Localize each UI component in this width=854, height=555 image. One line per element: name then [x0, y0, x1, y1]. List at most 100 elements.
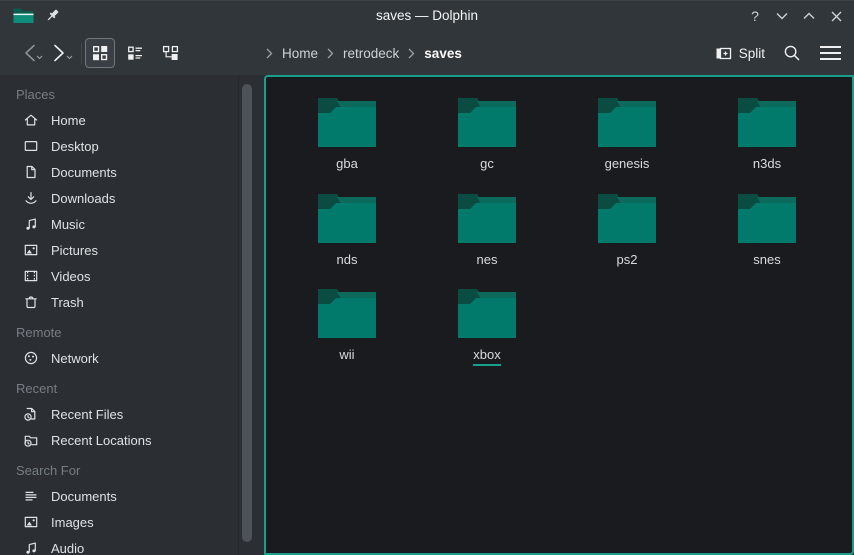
folder-label: wii — [339, 347, 354, 364]
sidebar-sections: PlacesHome Desktop Documents Downloads Music… — [0, 83, 238, 555]
folder-snes[interactable]: snes — [697, 192, 837, 288]
network-icon — [22, 350, 39, 367]
video-icon — [22, 268, 39, 285]
folder-xbox[interactable]: xbox — [417, 287, 557, 383]
document-icon — [22, 164, 39, 181]
folder-label: nes — [477, 252, 498, 269]
window-title: saves — Dolphin — [0, 1, 854, 31]
folder-label: gc — [480, 156, 494, 173]
menu-button[interactable] — [819, 45, 842, 61]
folder-label: snes — [753, 252, 780, 269]
breadcrumb-retrodeck[interactable]: retrodeck — [343, 46, 399, 61]
sidebar-item-label: Network — [51, 351, 99, 366]
sidebar-item-documents[interactable]: Documents — [0, 159, 238, 185]
breadcrumb-saves[interactable]: saves — [424, 46, 462, 61]
sidebar-item-audio[interactable]: Audio — [0, 535, 238, 555]
sidebar-item-label: Recent Files — [51, 407, 123, 422]
desktop-icon — [22, 138, 39, 155]
toolbar-separator — [81, 43, 82, 64]
search-button[interactable] — [783, 44, 801, 62]
folder-grid: gba gc genesis n3ds nds nes ps2 snes wii… — [277, 96, 841, 383]
forward-button[interactable] — [44, 38, 74, 68]
recent-folder-icon — [22, 432, 39, 449]
folder-icon — [457, 96, 517, 148]
search-icon — [783, 44, 801, 62]
minimize-button[interactable] — [774, 8, 790, 24]
sidebar-item-label: Downloads — [51, 191, 115, 206]
folder-nes[interactable]: nes — [417, 192, 557, 288]
sidebar-item-music[interactable]: Music — [0, 211, 238, 237]
view-mode-buttons — [85, 38, 185, 68]
sidebar-item-label: Desktop — [51, 139, 99, 154]
split-button[interactable]: Split — [715, 46, 765, 61]
sidebar-item-videos[interactable]: Videos — [0, 263, 238, 289]
sidebar-scrollbar-thumb[interactable] — [242, 84, 252, 542]
sidebar-item-label: Trash — [51, 295, 84, 310]
back-button[interactable] — [14, 38, 44, 68]
trash-icon — [22, 294, 39, 311]
close-button[interactable] — [828, 8, 844, 24]
hamburger-menu-icon — [819, 45, 842, 61]
folder-icon — [317, 192, 377, 244]
split-button-label: Split — [739, 46, 765, 61]
folder-label: n3ds — [753, 156, 781, 173]
sidebar-item-label: Audio — [51, 541, 84, 555]
sidebar-item-label: Pictures — [51, 243, 98, 258]
folder-view[interactable]: gba gc genesis n3ds nds nes ps2 snes wii… — [264, 75, 854, 555]
tree-view-button[interactable] — [155, 38, 185, 68]
back-dropdown-caret[interactable] — [36, 47, 43, 65]
sidebar-scrollbar-track[interactable] — [238, 75, 255, 555]
folder-ps2[interactable]: ps2 — [557, 192, 697, 288]
folder-gba[interactable]: gba — [277, 96, 417, 192]
sidebar-item-desktop[interactable]: Desktop — [0, 133, 238, 159]
breadcrumb-home[interactable]: Home — [282, 46, 318, 61]
folder-label: genesis — [605, 156, 650, 173]
icons-view-button[interactable] — [85, 38, 115, 68]
sidebar-item-trash[interactable]: Trash — [0, 289, 238, 315]
picture-icon — [22, 514, 39, 531]
sidebar-item-recent-files[interactable]: Recent Files — [0, 401, 238, 427]
chevron-right-icon — [408, 48, 415, 59]
folder-gc[interactable]: gc — [417, 96, 557, 192]
window-controls: ? — [747, 1, 844, 31]
sidebar-item-documents[interactable]: Documents — [0, 483, 238, 509]
sidebar-item-label: Images — [51, 515, 94, 530]
dolphin-window: saves — Dolphin ? — [0, 0, 854, 555]
tree-view-icon — [162, 45, 179, 61]
folder-icon — [457, 287, 517, 339]
split-view-icon — [715, 46, 732, 61]
folder-genesis[interactable]: genesis — [557, 96, 697, 192]
folder-nds[interactable]: nds — [277, 192, 417, 288]
folder-n3ds[interactable]: n3ds — [697, 96, 837, 192]
help-button[interactable]: ? — [747, 8, 763, 24]
sidebar-item-recent-locations[interactable]: Recent Locations — [0, 427, 238, 453]
sidebar-section-header: Places — [0, 83, 238, 107]
download-icon — [22, 190, 39, 207]
maximize-button[interactable] — [801, 8, 817, 24]
folder-wii[interactable]: wii — [277, 287, 417, 383]
sidebar-item-label: Music — [51, 217, 85, 232]
sidebar-item-label: Documents — [51, 489, 117, 504]
forward-dropdown-caret[interactable] — [66, 47, 73, 65]
sidebar-item-home[interactable]: Home — [0, 107, 238, 133]
sidebar-section-header: Remote — [0, 321, 238, 345]
sidebar-item-downloads[interactable]: Downloads — [0, 185, 238, 211]
chevron-right-icon — [266, 48, 273, 59]
places-panel: PlacesHome Desktop Documents Downloads Music… — [0, 75, 238, 555]
picture-icon — [22, 242, 39, 259]
sidebar-item-pictures[interactable]: Pictures — [0, 237, 238, 263]
details-view-button[interactable] — [120, 38, 150, 68]
chevron-right-icon — [327, 48, 334, 59]
folder-icon — [457, 192, 517, 244]
folder-label: xbox — [473, 347, 500, 366]
icons-view-icon — [92, 45, 108, 61]
titlebar: saves — Dolphin ? — [0, 1, 854, 31]
sidebar-item-network[interactable]: Network — [0, 345, 238, 371]
sidebar-item-images[interactable]: Images — [0, 509, 238, 535]
folder-label: ps2 — [617, 252, 638, 269]
sidebar-item-label: Recent Locations — [51, 433, 151, 448]
toolbar-right: Split — [715, 31, 842, 75]
folder-label: gba — [336, 156, 358, 173]
folder-icon — [597, 96, 657, 148]
text-lines-icon — [22, 488, 39, 505]
